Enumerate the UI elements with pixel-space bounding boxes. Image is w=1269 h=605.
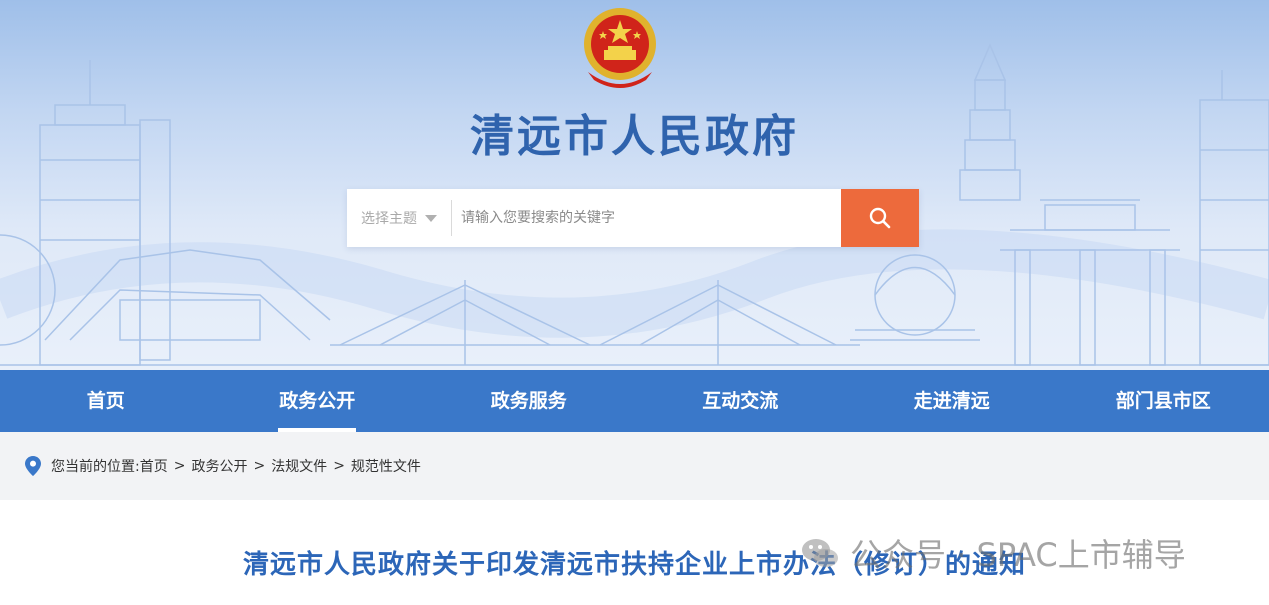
watermark: 公众号 · SPAC上市辅导	[800, 528, 1186, 578]
search-box: 选择主题	[347, 189, 919, 247]
topic-select[interactable]: 选择主题	[347, 189, 451, 247]
topic-select-label: 选择主题	[361, 211, 417, 227]
nav-item-gov-services[interactable]: 政务服务	[423, 370, 635, 432]
search-divider	[451, 200, 452, 236]
nav-item-gov-affairs-open[interactable]: 政务公开	[212, 370, 424, 432]
breadcrumb-separator: >	[333, 458, 345, 474]
search-button[interactable]	[841, 189, 919, 247]
nav-item-home[interactable]: 首页	[0, 370, 212, 432]
nav-item-interaction[interactable]: 互动交流	[635, 370, 847, 432]
watermark-text: 公众号 · SPAC上市辅导	[850, 536, 1186, 574]
wechat-icon	[802, 539, 838, 567]
search-input[interactable]	[453, 189, 839, 247]
breadcrumb-prefix: 您当前的位置:	[51, 459, 140, 475]
breadcrumb-item-normative-documents[interactable]: 规范性文件	[351, 456, 421, 476]
breadcrumb: 您当前的位置: 首页 > 政务公开 > 法规文件 > 规范性文件	[0, 432, 1269, 500]
search-icon	[869, 207, 891, 229]
breadcrumb-item-gov-affairs-open[interactable]: 政务公开	[191, 456, 247, 476]
header-banner: 清远市人民政府 选择主题	[0, 0, 1269, 370]
article-panel: 清远市人民政府关于印发清远市扶持企业上市办法（修订）的通知 公众号 · SPAC…	[0, 500, 1269, 605]
chevron-down-icon	[425, 214, 437, 222]
breadcrumb-separator: >	[253, 458, 266, 474]
breadcrumb-separator: >	[173, 458, 186, 474]
nav-item-departments-counties[interactable]: 部门县市区	[1058, 370, 1269, 432]
main-nav: 首页 政务公开 政务服务 互动交流 走进清远 部门县市区	[0, 370, 1269, 432]
nav-item-about-qingyuan[interactable]: 走进清远	[846, 370, 1058, 432]
location-pin-icon	[25, 456, 41, 476]
site-title: 清远市人民政府	[470, 111, 799, 162]
national-emblem-icon	[584, 8, 656, 88]
breadcrumb-item-regulations[interactable]: 法规文件	[271, 456, 327, 476]
breadcrumb-item-home[interactable]: 首页	[140, 456, 168, 476]
